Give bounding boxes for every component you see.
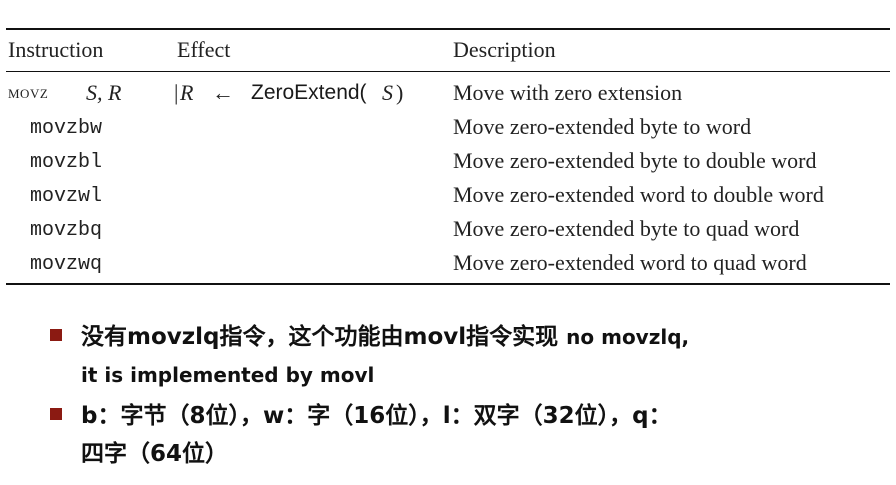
- instruction-cell: movzwl: [30, 185, 103, 208]
- general-mnemonic: movz: [8, 82, 49, 103]
- bullet-text: 没有movzlq指令，这个功能由movl指令实现 no movzlq, it i…: [81, 318, 881, 394]
- effect-close: ): [396, 80, 404, 105]
- effect-bar: |: [174, 80, 179, 105]
- square-bullet-icon: [50, 408, 62, 420]
- bullet-line2: it is implemented by movl: [81, 363, 375, 387]
- table-row: movzbl Move zero-extended byte to double…: [0, 148, 896, 182]
- effect-arrow-icon: ←: [212, 80, 234, 105]
- general-operands: S, R: [86, 80, 122, 105]
- bullet-line1: b：字节（8位），w：字（16位），l：双字（32位），q：: [81, 403, 672, 429]
- description-cell: Move zero-extended byte to word: [453, 114, 752, 139]
- description-cell: Move zero-extended byte to double word: [453, 148, 817, 173]
- effect-arg: S: [382, 80, 393, 105]
- bullet-line2: 四字（64位）: [81, 441, 229, 467]
- header-description: Description: [453, 37, 556, 62]
- instruction-cell: movzwq: [30, 253, 103, 276]
- header-effect: Effect: [177, 37, 231, 62]
- effect-dest: R: [180, 80, 194, 105]
- table-row: movzwq Move zero-extended word to quad w…: [0, 250, 896, 284]
- table-row: movzbw Move zero-extended byte to word: [0, 114, 896, 148]
- table-row: movzbq Move zero-extended byte to quad w…: [0, 216, 896, 250]
- bullet-main: 没有movzlq指令，这个功能由movl指令实现: [81, 324, 559, 350]
- description-cell: Move zero-extended word to double word: [453, 182, 824, 207]
- instruction-cell: movzbw: [30, 117, 103, 140]
- table-bottom-rule: [6, 283, 890, 285]
- general-description: Move with zero extension: [453, 80, 683, 105]
- bullet-tail: no movzlq,: [566, 325, 690, 349]
- header-instruction: Instruction: [8, 37, 104, 62]
- table-header-rule: [6, 71, 890, 72]
- bullet-text: b：字节（8位），w：字（16位），l：双字（32位），q： 四字（64位）: [81, 397, 881, 473]
- instruction-cell: movzbq: [30, 219, 103, 242]
- instruction-cell: movzbl: [30, 151, 103, 174]
- description-cell: Move zero-extended byte to quad word: [453, 216, 800, 241]
- table-row-general: movz S, R | R ← ZeroExtend( S ) Move wit…: [0, 80, 896, 114]
- description-cell: Move zero-extended word to quad word: [453, 250, 807, 275]
- table-row: movzwl Move zero-extended word to double…: [0, 182, 896, 216]
- effect-func: ZeroExtend(: [251, 81, 367, 104]
- table-top-rule: [6, 28, 890, 30]
- square-bullet-icon: [50, 329, 62, 341]
